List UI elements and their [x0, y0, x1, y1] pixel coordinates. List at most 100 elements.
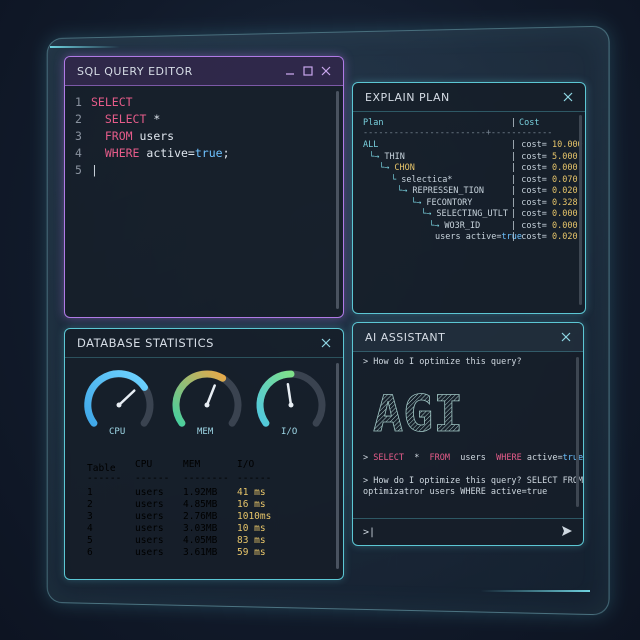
- cost-text: cost= 0.000: [521, 209, 577, 219]
- table-cell: 4.05MB: [183, 535, 218, 546]
- plan-node-label: REPRESSEN_TION: [412, 186, 485, 196]
- gauge-label: I/O: [281, 427, 298, 437]
- explain-plan-scrollbar[interactable]: [579, 115, 582, 305]
- ai-input-field[interactable]: >|: [353, 518, 583, 545]
- tree-branch: └→: [397, 186, 413, 196]
- send-icon[interactable]: [561, 525, 573, 540]
- table-cell: 2.76MB: [183, 511, 218, 522]
- tree-branch: └→: [411, 197, 427, 208]
- ai-titlebar: AI ASSISTANT: [353, 323, 583, 352]
- gauge-hub: [116, 402, 122, 408]
- plan-cost: | cost= 0.000: [511, 221, 578, 231]
- accent-line: [480, 590, 590, 592]
- explain-plan-panel: EXPLAIN PLAN Plan | Cost ---------------…: [352, 82, 586, 314]
- gauge-label: MEM: [197, 427, 214, 437]
- plan-node-text: users active=: [435, 232, 502, 242]
- cost-text: cost= 5.000: [521, 152, 577, 162]
- table-cell: 3.61MB: [183, 547, 218, 558]
- query-token: *: [403, 453, 425, 463]
- sql-editor-title: SQL QUERY EDITOR: [77, 64, 193, 78]
- code-line: 4 WHERE active=true;: [75, 145, 335, 162]
- table-cell: 3: [87, 511, 93, 522]
- cost-divider: |: [511, 151, 522, 162]
- table-header-rule: ------: [237, 473, 272, 484]
- cost-column-header: Cost: [519, 118, 540, 128]
- table-cell: 1: [87, 487, 93, 498]
- cost-value: 0.000: [551, 209, 578, 219]
- plan-node: users active=true: [435, 232, 522, 242]
- code-token: active=: [139, 146, 195, 160]
- gauge-label: CPU: [109, 427, 126, 437]
- explain-plan-titlebar: EXPLAIN PLAN: [353, 83, 585, 112]
- table-header: MEM: [183, 459, 201, 470]
- ascii-art-logo: AGI: [373, 385, 464, 439]
- cost-divider: |: [511, 232, 522, 242]
- line-number: 1: [75, 95, 82, 109]
- table-cell: users: [135, 511, 164, 522]
- table-cell: 59 ms: [237, 547, 266, 558]
- cost-key: cost=: [521, 186, 552, 196]
- query-token: FROM: [424, 453, 451, 463]
- ai-scrollbar[interactable]: [576, 357, 579, 507]
- tree-branch: └→: [369, 151, 385, 162]
- table-cell: 1010ms: [237, 511, 272, 522]
- plan-node-label: SELECTING_UTLT: [436, 209, 509, 219]
- cost-key: cost=: [521, 140, 552, 150]
- maximize-icon[interactable]: [303, 66, 313, 76]
- plan-cost: | cost= 0.020: [511, 186, 578, 196]
- plan-column-header: Plan: [363, 118, 384, 128]
- table-header-rule: ------: [87, 473, 122, 484]
- query-token: true: [562, 453, 584, 463]
- accent-line: [50, 46, 120, 48]
- explain-plan-title: EXPLAIN PLAN: [365, 90, 450, 104]
- plan-node: └→ THIN: [369, 152, 405, 162]
- close-icon[interactable]: [321, 338, 331, 348]
- query-token: active=: [521, 453, 563, 463]
- sql-code-area[interactable]: 1 SELECT 2 SELECT * 3 FROM users 4 WHERE act…: [65, 86, 343, 179]
- plan-header-rule: ------------------------+------------: [363, 128, 553, 138]
- text-cursor: |: [91, 163, 98, 177]
- cost-key: cost=: [521, 232, 552, 242]
- table-header: I/O: [237, 459, 255, 470]
- table-cell: users: [135, 487, 164, 498]
- ai-answer-line-1: > How do I optimize this query? SELECT F…: [363, 476, 584, 486]
- close-icon[interactable]: [561, 332, 571, 342]
- plan-node-label: THIN: [384, 151, 405, 162]
- gauge-needle: [205, 384, 216, 407]
- table-header-rule: --------: [183, 473, 229, 484]
- cost-value: 5.000: [551, 151, 578, 162]
- tree-branch: └→: [421, 209, 437, 219]
- plan-node: └→ CHON: [379, 163, 415, 173]
- cost-divider: |: [511, 140, 522, 150]
- code-line: 1 SELECT: [75, 94, 335, 111]
- stats-scrollbar[interactable]: [336, 363, 339, 569]
- cost-key: cost=: [521, 220, 552, 231]
- tree-branch: └→: [429, 220, 445, 231]
- query-token: ;: [583, 453, 584, 463]
- line-number: 4: [75, 146, 82, 160]
- cost-value: 0.328: [551, 197, 578, 208]
- table-cell: 2: [87, 499, 93, 510]
- close-icon[interactable]: [563, 92, 573, 102]
- table-cell: 5: [87, 535, 93, 546]
- plan-node-label: FECONTORY: [426, 197, 473, 208]
- minimize-icon[interactable]: [285, 66, 295, 76]
- line-number: 2: [75, 112, 82, 126]
- ai-input-prompt: >|: [363, 526, 376, 538]
- ai-title: AI ASSISTANT: [365, 330, 446, 344]
- close-icon[interactable]: [321, 66, 331, 76]
- gauge-needle: [286, 382, 293, 407]
- table-cell: 41 ms: [237, 487, 266, 498]
- code-token: SELECT: [91, 95, 133, 109]
- cost-key: cost=: [521, 209, 552, 219]
- table-cell: 4.85MB: [183, 499, 218, 510]
- cost-divider: |: [511, 197, 522, 208]
- stats-titlebar: DATABASE STATISTICS: [65, 329, 343, 358]
- code-token: ;: [222, 146, 230, 160]
- code-line: 2 SELECT *: [75, 111, 335, 128]
- cost-text: cost= 0.020: [521, 232, 577, 242]
- cost-key: cost=: [521, 151, 552, 162]
- table-cell: 16 ms: [237, 499, 266, 510]
- plan-cost: | cost= 0.070: [511, 175, 578, 185]
- sql-editor-scrollbar[interactable]: [336, 91, 339, 309]
